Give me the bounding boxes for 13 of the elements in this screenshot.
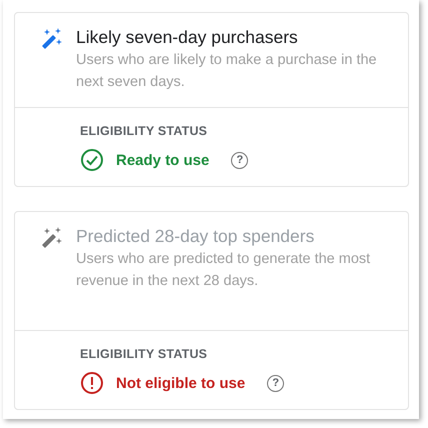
audience-description: Users who are likely to make a purchase in the next seven days. [76,51,378,92]
status-text: Ready to use [116,152,210,168]
status-label: ELIGIBILITY STATUS [80,347,208,361]
exclamation-circle-icon [80,371,104,395]
audience-description: Users who are predicted to generate the most revenue in the next 28 days. [76,250,372,291]
magic-wand-icon [40,27,64,51]
audience-title: Predicted 28-day top spenders [76,225,316,248]
check-circle-icon [80,148,104,172]
help-icon[interactable]: ? [231,152,248,168]
status-text: Not eligible to use [116,374,246,392]
magic-wand-icon [40,226,64,250]
audience-title: Likely seven-day purchasers [76,26,299,49]
status-label: ELIGIBILITY STATUS [80,124,208,138]
